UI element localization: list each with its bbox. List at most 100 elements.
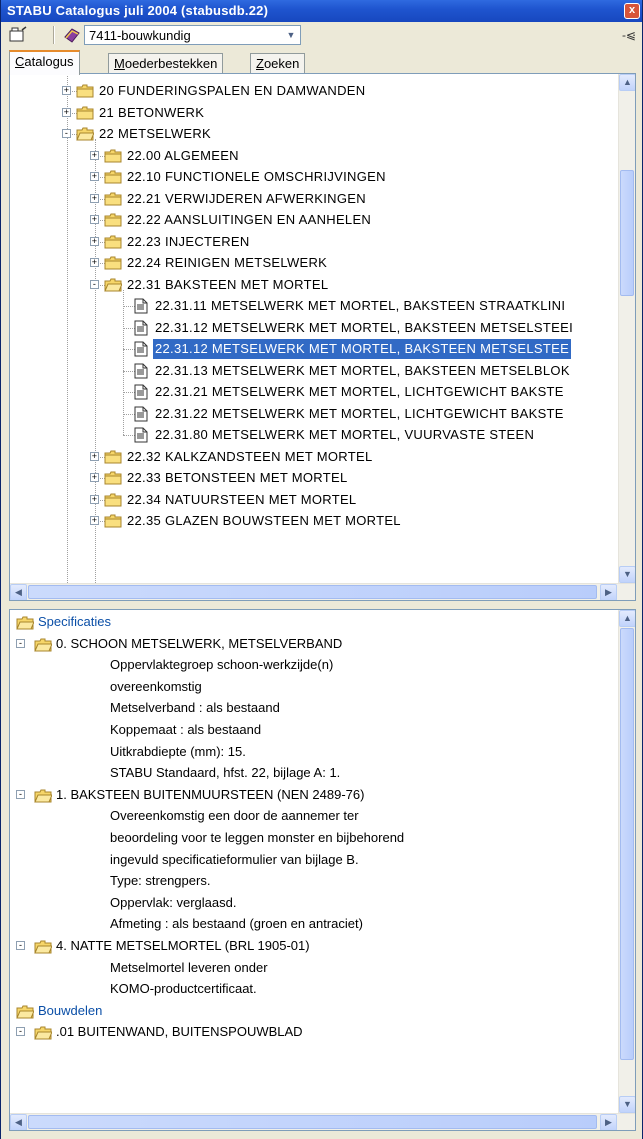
spec-text: 4. NATTE METSELMORTEL (BRL 1905-01)	[56, 938, 310, 953]
pin-icon[interactable]: -⩿	[622, 28, 636, 42]
spec-item-header[interactable]: - 0. SCHOON METSELWERK, METSELVERBAND	[10, 633, 618, 655]
spec-text: STABU Standaard, hfst. 22, bijlage A: 1.	[110, 765, 341, 781]
tree-folder-row[interactable]: +22.00 ALGEMEEN	[10, 146, 618, 166]
document-icon	[134, 427, 148, 443]
collapse-icon[interactable]: -	[90, 279, 99, 289]
tree-item-label: 22.21 VERWIJDEREN AFWERKINGEN	[127, 190, 366, 206]
spec-line: Uitkrabdiepte (mm): 15.	[10, 741, 618, 763]
tree-folder-row[interactable]: +21 BETONWERK	[10, 103, 618, 123]
book-button[interactable]	[61, 25, 83, 45]
pane-splitter[interactable]	[1, 601, 642, 609]
expand-icon[interactable]: +	[90, 172, 99, 181]
collapse-icon[interactable]: -	[62, 129, 71, 138]
document-icon	[134, 298, 148, 314]
tree-document-row[interactable]: 22.31.80 METSELWERK MET MORTEL, VUURVAST…	[10, 425, 618, 445]
spec-line: beoordeling voor te leggen monster en bi…	[10, 827, 618, 849]
tree-folder-row[interactable]: +22.35 GLAZEN BOUWSTEEN MET MORTEL	[10, 511, 618, 531]
scroll-right-button[interactable]: ▶	[600, 584, 617, 600]
title-bar[interactable]: STABU Catalogus juli 2004 (stabusdb.22) …	[1, 0, 642, 22]
spec-horizontal-scrollbar[interactable]: ◀ ▶	[10, 1113, 635, 1130]
spec-line: overeenkomstig	[10, 676, 618, 698]
expand-icon[interactable]: +	[90, 215, 99, 224]
spec-text: Oppervlaktegroep schoon-werkzijde(n)	[110, 657, 334, 673]
tree-folder-row[interactable]: +22.23 INJECTEREN	[10, 232, 618, 252]
tree-horizontal-scrollbar[interactable]: ◀ ▶	[10, 583, 635, 600]
collapse-icon[interactable]: -	[16, 789, 25, 799]
tree-item-label: 22.22 AANSLUITINGEN EN AANHELEN	[127, 212, 372, 227]
expand-icon[interactable]: +	[90, 236, 99, 246]
tab-zoeken[interactable]: Zoeken	[250, 53, 306, 74]
tab-moederbestekken[interactable]: Moederbestekken	[108, 53, 224, 74]
tree-folder-row[interactable]: - 22.31 BAKSTEEN MET MORTEL	[10, 275, 618, 295]
scroll-thumb[interactable]	[620, 628, 634, 1060]
tree-item-label: 22.31.21 METSELWERK MET MORTEL, LICHTGEW…	[155, 384, 564, 399]
specification-pane[interactable]: Specificaties - 0. SCHOON METSELWERK, METS…	[9, 609, 636, 1131]
expand-icon[interactable]: +	[90, 258, 99, 267]
tree-document-row[interactable]: 22.31.13 METSELWERK MET MORTEL, BAKSTEEN…	[10, 361, 618, 381]
tree-folder-row[interactable]: +20 FUNDERINGSPALEN EN DAMWANDEN	[10, 81, 618, 101]
scroll-left-button[interactable]: ◀	[10, 1114, 27, 1130]
spec-text: .01 BUITENWAND, BUITENSPOUWBLAD	[56, 1024, 303, 1040]
scroll-right-button[interactable]: ▶	[600, 1114, 617, 1130]
expand-icon[interactable]: +	[90, 473, 99, 482]
tree-folder-row[interactable]: +22.33 BETONSTEEN MET MORTEL	[10, 468, 618, 488]
folder-open-icon	[104, 278, 123, 292]
tree-folder-row[interactable]: +22.32 KALKZANDSTEEN MET MORTEL	[10, 447, 618, 467]
folder-open-icon	[34, 637, 53, 652]
spec-section-header[interactable]: Bouwdelen	[10, 1000, 618, 1022]
scroll-up-button[interactable]: ▲	[619, 610, 635, 627]
tree-folder-row[interactable]: +22.10 FUNCTIONELE OMSCHRIJVINGEN	[10, 167, 618, 187]
folder-icon	[104, 493, 122, 507]
tab-catalogus[interactable]: Catalogus	[9, 50, 80, 75]
scroll-down-button[interactable]: ▼	[619, 566, 635, 583]
scroll-thumb[interactable]	[620, 170, 634, 296]
spec-line: Type: strengpers.	[10, 870, 618, 892]
tree-item-label: 22.33 BETONSTEEN MET MORTEL	[127, 470, 348, 485]
tree-folder-row[interactable]: +22.22 AANSLUITINGEN EN AANHELEN	[10, 210, 618, 230]
tab-zoeken-label: oeken	[263, 56, 300, 71]
folder-open-icon	[34, 788, 53, 803]
spec-section-header[interactable]: Specificaties	[10, 611, 618, 633]
spec-vertical-scrollbar[interactable]: ▲ ▼	[618, 610, 635, 1113]
document-icon	[134, 320, 148, 336]
tree-document-row[interactable]: 22.31.11 METSELWERK MET MORTEL, BAKSTEEN…	[10, 296, 618, 316]
spec-item-header[interactable]: - 4. NATTE METSELMORTEL (BRL 1905-01)	[10, 935, 618, 957]
spec-item-header[interactable]: - 1. BAKSTEEN BUITENMUURSTEEN (NEN 2489-7…	[10, 784, 618, 806]
tree-folder-row[interactable]: - 22 METSELWERK	[10, 124, 618, 144]
chevron-down-icon[interactable]: ▼	[283, 27, 299, 43]
spec-text: 1. BAKSTEEN BUITENMUURSTEEN (NEN 2489-76…	[56, 786, 365, 802]
tree-document-row[interactable]: 22.31.12 METSELWERK MET MORTEL, BAKSTEEN…	[10, 318, 618, 338]
scroll-down-button[interactable]: ▼	[619, 1096, 635, 1113]
folder-icon	[104, 235, 122, 249]
tree-document-row[interactable]: 22.31.21 METSELWERK MET MORTEL, LICHTGEW…	[10, 382, 618, 402]
folder-icon	[104, 514, 122, 528]
expand-icon[interactable]: +	[90, 451, 99, 461]
scroll-up-button[interactable]: ▲	[619, 74, 635, 91]
tab-zoeken-accel: Z	[256, 56, 264, 71]
tree-folder-row[interactable]: +22.34 NATUURSTEEN MET MORTEL	[10, 490, 618, 510]
catalog-select[interactable]: 7411-bouwkundig ▼	[84, 25, 301, 45]
document-icon	[134, 341, 148, 357]
expand-icon[interactable]: +	[90, 516, 99, 525]
collapse-icon[interactable]: -	[16, 941, 25, 950]
expand-icon[interactable]: +	[90, 193, 99, 203]
scroll-left-button[interactable]: ◀	[10, 584, 27, 600]
expand-icon[interactable]: +	[62, 107, 71, 117]
close-button[interactable]: x	[624, 3, 640, 19]
folder-open-icon	[34, 1025, 53, 1040]
collapse-icon[interactable]: -	[16, 1027, 25, 1037]
tree-document-row[interactable]: 22.31.12 METSELWERK MET MORTEL, BAKSTEEN…	[10, 339, 618, 359]
hscroll-thumb[interactable]	[28, 585, 597, 599]
tree-folder-row[interactable]: +22.21 VERWIJDEREN AFWERKINGEN	[10, 189, 618, 209]
hscroll-thumb[interactable]	[28, 1115, 597, 1129]
expand-icon[interactable]: +	[90, 494, 99, 504]
tree-vertical-scrollbar[interactable]: ▲ ▼	[618, 74, 635, 583]
open-catalog-button[interactable]	[7, 25, 29, 45]
expand-icon[interactable]: +	[62, 86, 71, 95]
catalog-tree[interactable]: +20 FUNDERINGSPALEN EN DAMWANDEN +21 BETO…	[9, 73, 636, 601]
spec-item-header[interactable]: - .01 BUITENWAND, BUITENSPOUWBLAD	[10, 1021, 618, 1043]
tree-document-row[interactable]: 22.31.22 METSELWERK MET MORTEL, LICHTGEW…	[10, 404, 618, 424]
collapse-icon[interactable]: -	[16, 638, 25, 648]
expand-icon[interactable]: +	[90, 150, 99, 160]
tree-folder-row[interactable]: +22.24 REINIGEN METSELWERK	[10, 253, 618, 273]
